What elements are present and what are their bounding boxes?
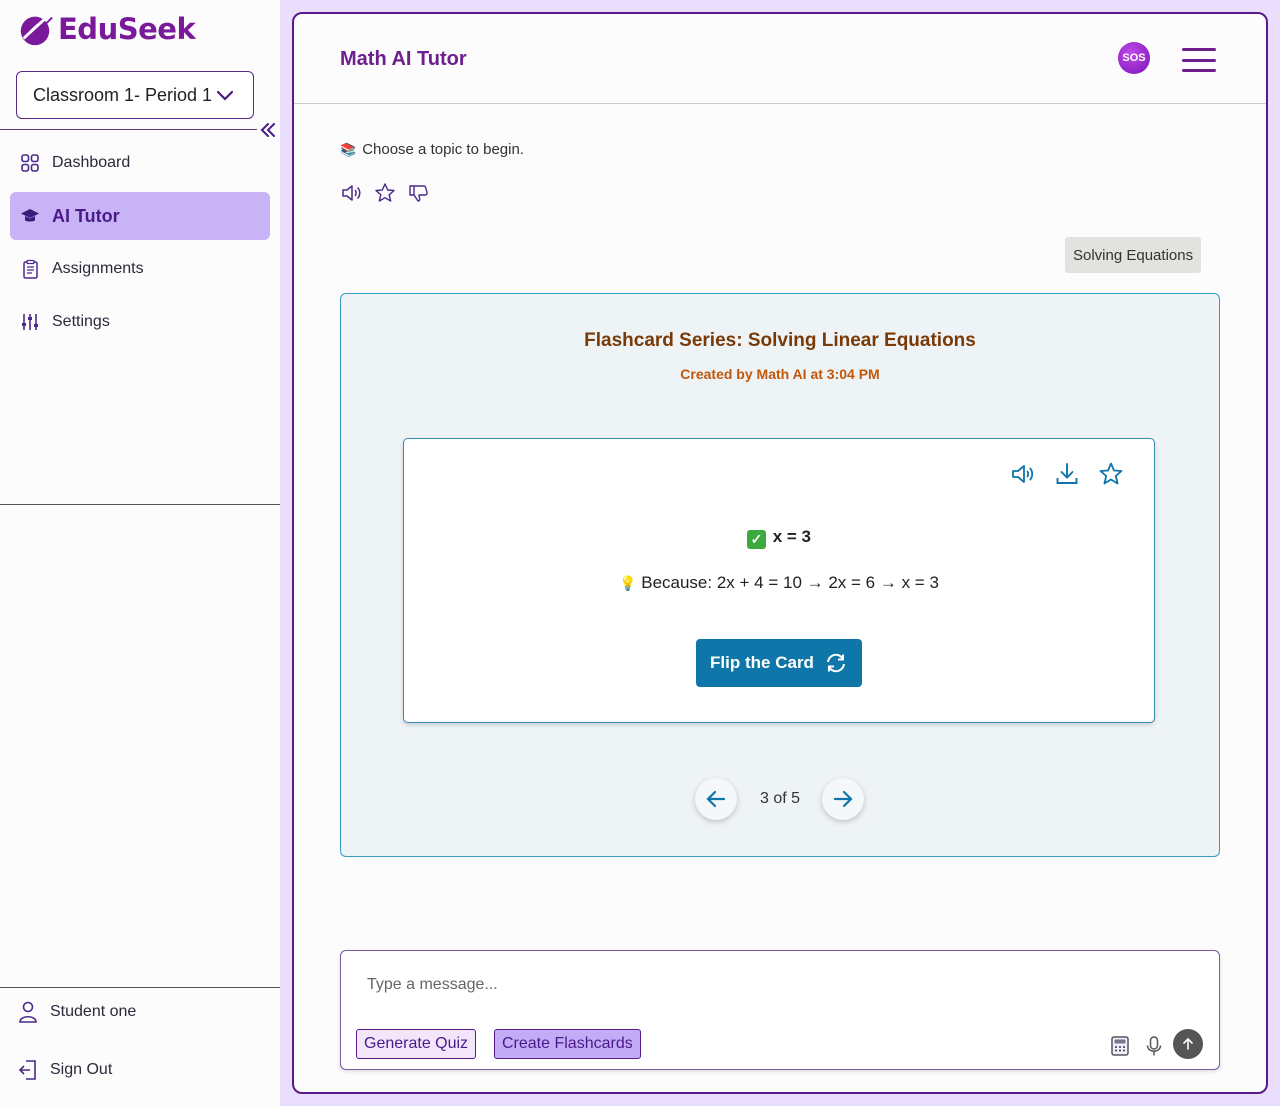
graduation-cap-icon <box>21 209 39 222</box>
microphone-icon[interactable] <box>1143 1035 1165 1057</box>
sidebar-item-dashboard[interactable]: Dashboard <box>10 139 270 187</box>
flip-card-label: Flip the Card <box>710 653 814 672</box>
flashcard-tools <box>1010 461 1124 487</box>
message-composer: Generate Quiz Create Flashcards <box>340 950 1220 1070</box>
send-button[interactable] <box>1173 1029 1203 1059</box>
sidebar-item-assignments[interactable]: Assignments <box>10 245 270 293</box>
sidebar-item-label: Settings <box>52 313 110 330</box>
speaker-icon[interactable] <box>340 182 362 204</box>
sos-button[interactable]: SOS <box>1118 42 1150 74</box>
collapse-sidebar-icon[interactable] <box>259 121 277 139</box>
flashcard-answer-text: x = 3 <box>772 527 812 546</box>
clipboard-icon <box>23 259 38 279</box>
grid-icon <box>21 154 39 172</box>
flashcard-pager: 3 of 5 <box>341 778 1219 822</box>
app-name: EduSeek <box>58 12 196 46</box>
speaker-icon[interactable] <box>1010 461 1036 487</box>
sidebar-item-label: Dashboard <box>52 154 131 171</box>
sidebar: EduSeek Classroom 1- Period 1 Dashboard … <box>0 0 280 1106</box>
divider <box>0 987 280 988</box>
download-icon[interactable] <box>1054 461 1080 487</box>
next-card-button[interactable] <box>822 778 864 820</box>
star-icon[interactable] <box>374 182 396 204</box>
refresh-icon <box>826 653 845 673</box>
flashcard-series: Flashcard Series: Solving Linear Equatio… <box>340 293 1220 857</box>
sidebar-item-settings[interactable]: Settings <box>10 298 270 346</box>
flashcard-series-subtitle: Created by Math AI at 3:04 PM <box>680 366 880 382</box>
flashcard-reason-text: Because: 2x + 4 = 10 → 2x = 6 → x = 3 <box>641 573 939 592</box>
lightbulb-icon: 💡 <box>619 575 637 591</box>
bot-message: 📚 Choose a topic to begin. <box>340 141 524 158</box>
classroom-select[interactable]: Classroom 1- Period 1 <box>16 71 254 119</box>
arrow-up-icon <box>1183 1037 1193 1050</box>
header: Math AI Tutor SOS <box>294 14 1266 104</box>
star-icon[interactable] <box>1098 461 1124 487</box>
sign-out-button[interactable]: Sign Out <box>18 1059 112 1081</box>
generate-quiz-button[interactable]: Generate Quiz <box>356 1029 477 1059</box>
create-flashcards-button[interactable]: Create Flashcards <box>494 1029 641 1059</box>
page-title: Math AI Tutor <box>340 48 467 70</box>
sidebar-item-ai-tutor[interactable]: AI Tutor <box>10 192 270 240</box>
check-mark-icon: ✓ <box>746 530 766 549</box>
app-logo[interactable]: EduSeek <box>16 10 196 48</box>
user-message: Solving Equations <box>1065 237 1202 273</box>
divider <box>0 129 257 130</box>
hamburger-menu-icon[interactable] <box>1182 48 1216 72</box>
thumbs-down-icon[interactable] <box>408 182 430 204</box>
bot-message-text: Choose a topic to begin. <box>362 141 524 158</box>
sliders-icon <box>22 314 38 330</box>
books-icon: 📚 <box>340 141 357 157</box>
logo-mark-icon <box>20 12 53 46</box>
flashcard-reason: 💡 Because: 2x + 4 = 10 → 2x = 6 → x = 3 <box>404 573 1154 593</box>
message-input[interactable] <box>367 973 1067 997</box>
flip-card-button[interactable]: Flip the Card <box>696 639 862 687</box>
arrow-right-icon <box>833 790 853 808</box>
calculator-icon[interactable] <box>1109 1035 1131 1057</box>
user-profile[interactable]: Student one <box>18 1001 136 1023</box>
user-name: Student one <box>50 1003 137 1020</box>
sidebar-item-label: AI Tutor <box>52 205 120 226</box>
page-indicator: 3 of 5 <box>759 790 801 807</box>
flashcard-answer: ✓ x = 3 <box>404 527 1154 549</box>
flashcard-series-title: Flashcard Series: Solving Linear Equatio… <box>584 330 976 351</box>
chevron-down-icon <box>216 90 234 101</box>
flashcard: ✓ x = 3 💡 Because: 2x + 4 = 10 → 2x = 6 … <box>403 438 1155 723</box>
user-icon <box>19 1001 37 1023</box>
divider <box>0 504 280 505</box>
sign-out-label: Sign Out <box>50 1061 113 1078</box>
sidebar-item-label: Assignments <box>52 260 144 277</box>
message-actions <box>340 182 430 204</box>
main-panel: Math AI Tutor SOS 📚 Choose a topic to be… <box>292 12 1268 1094</box>
sign-out-icon <box>18 1060 36 1080</box>
classroom-select-value: Classroom 1- Period 1 <box>33 84 213 105</box>
